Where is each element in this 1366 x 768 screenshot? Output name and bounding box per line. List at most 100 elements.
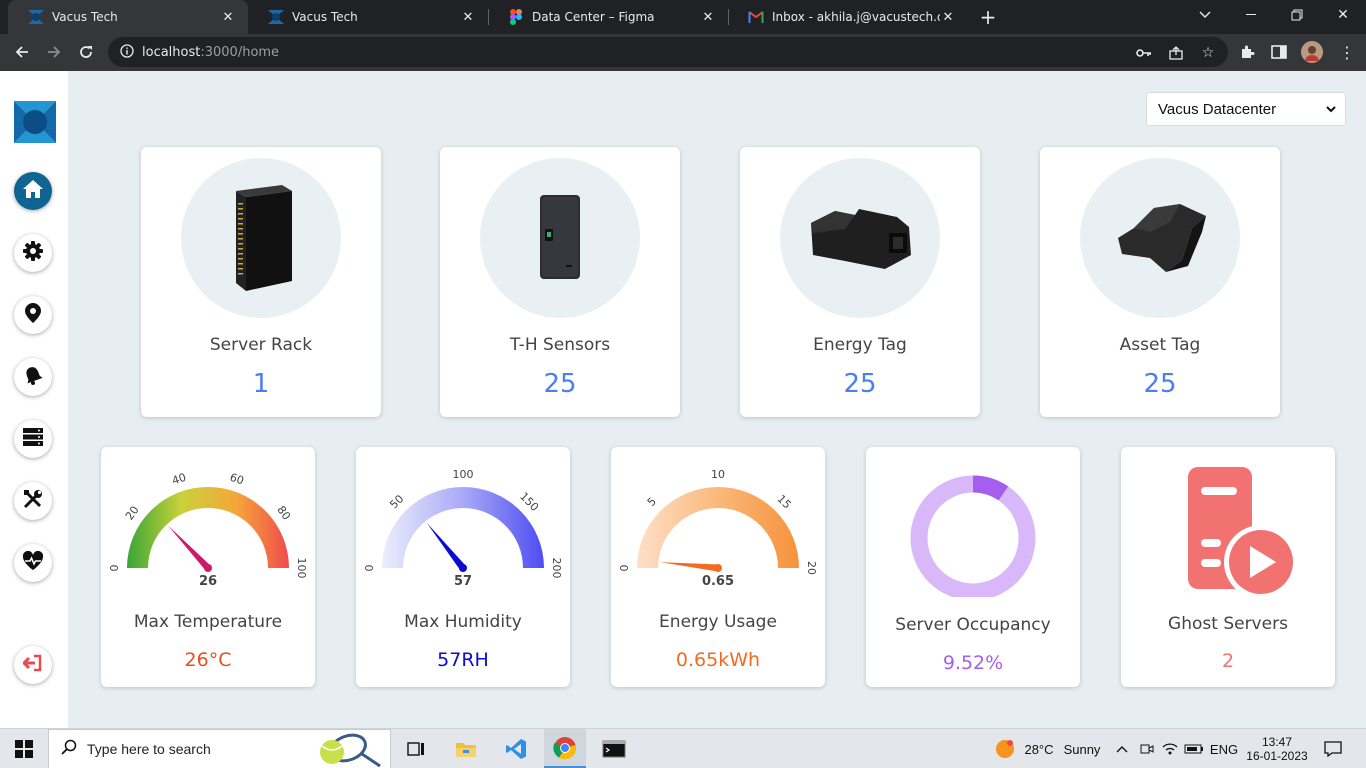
home-icon (22, 179, 44, 203)
card-label: Max Temperature (133, 612, 283, 632)
sidebar-item-alerts[interactable] (14, 358, 52, 396)
app-sidebar (0, 71, 68, 728)
battery-icon[interactable] (1183, 729, 1205, 768)
browser-toolbar: localhost:3000/home ☆ ⋮ (0, 34, 1366, 71)
close-tab-icon[interactable]: ✕ (220, 9, 236, 25)
th-sensor-image-circle (480, 158, 640, 318)
tab-search-icon[interactable] (1182, 0, 1228, 30)
card-value: 57RH (437, 649, 489, 671)
sidebar-item-location[interactable] (14, 296, 52, 334)
browser-tab-2[interactable]: Vacus Tech ✕ (248, 0, 488, 34)
close-tab-icon[interactable]: ✕ (460, 9, 476, 25)
bookmark-star-icon[interactable]: ☆ (1196, 41, 1220, 65)
sidebar-item-home[interactable] (14, 172, 52, 210)
more-menu-icon[interactable]: ⋮ (1333, 38, 1361, 66)
weather-description: Sunny (1063, 741, 1101, 757)
taskbar-search[interactable]: Type here to search (48, 729, 391, 768)
minimize-button[interactable] (1228, 0, 1274, 30)
card-count: 25 (843, 369, 877, 399)
server-occupancy-card[interactable]: Server Occupancy 9.52% (866, 447, 1080, 687)
asset-tag-image (1118, 204, 1206, 272)
gauge-tick-label: 80 (274, 504, 293, 523)
gauge-needle (660, 562, 719, 572)
address-bar[interactable]: localhost:3000/home ☆ (108, 37, 1228, 67)
humidity-gauge: 0 50 100 150 200 57 (363, 468, 563, 589)
tab-title: Vacus Tech (292, 10, 358, 24)
gauge-needle (168, 525, 211, 571)
datacenter-select[interactable]: Vacus Datacenter (1146, 92, 1346, 126)
side-panel-icon[interactable] (1265, 38, 1293, 66)
vscode-button[interactable] (496, 729, 536, 768)
gauge-arc (127, 487, 289, 568)
gauge-tick-label: 100 (453, 468, 474, 481)
tools-icon (23, 489, 43, 513)
terminal-button[interactable] (594, 729, 634, 768)
gauge-tick-label: 100 (295, 558, 308, 579)
profile-avatar[interactable] (1298, 38, 1326, 66)
share-icon[interactable] (1164, 41, 1188, 65)
card-value: 2 (1221, 650, 1235, 672)
close-tab-icon[interactable]: ✕ (700, 9, 716, 25)
sidebar-item-servers[interactable] (14, 420, 52, 458)
logout-icon (21, 654, 43, 676)
sidebar-item-health[interactable] (14, 544, 52, 582)
energy-tag-card[interactable]: Energy Tag 25 (740, 147, 980, 417)
forward-button[interactable] (40, 38, 68, 66)
search-icon (61, 739, 77, 759)
gauge-tick-label: 200 (550, 558, 563, 579)
gauge-tick-label: 150 (517, 490, 541, 514)
start-button[interactable] (0, 729, 48, 768)
gear-icon (23, 241, 43, 265)
tab-title: Data Center – Figma (532, 10, 655, 24)
chevron-up-icon[interactable] (1113, 729, 1131, 768)
asset-tag-card[interactable]: Asset Tag 25 (1040, 147, 1280, 417)
gauge-needle (426, 522, 466, 571)
extensions-icon[interactable] (1233, 38, 1261, 66)
ghost-servers-card[interactable]: Ghost Servers 2 (1121, 447, 1335, 687)
th-sensor-card[interactable]: T-H Sensors 25 (440, 147, 680, 417)
location-pin-icon (25, 303, 41, 327)
energy-tag-image (811, 209, 911, 269)
sidebar-item-settings[interactable] (14, 234, 52, 272)
info-icon[interactable] (120, 43, 134, 62)
browser-tab-1[interactable]: Vacus Tech ✕ (8, 0, 248, 34)
clock[interactable]: 13:47 16-01-2023 (1242, 729, 1312, 768)
max-temperature-card[interactable]: 0 20 40 60 80 100 26 Max Temperature 26°C (101, 447, 315, 687)
weather-icon[interactable] (992, 729, 1018, 768)
card-label: Server Rack (209, 335, 313, 355)
max-humidity-card[interactable]: 0 50 100 150 200 57 Max Humidity 57RH (356, 447, 570, 687)
tennis-racket-icon (318, 732, 382, 768)
th-sensor-image (540, 195, 580, 279)
close-tab-icon[interactable]: ✕ (940, 9, 956, 25)
sidebar-item-tools[interactable] (14, 482, 52, 520)
occupancy-donut (910, 475, 1036, 597)
gauge-tick-label: 15 (775, 492, 794, 511)
gauge-tick-label: 40 (170, 471, 187, 488)
reload-button[interactable] (72, 38, 100, 66)
browser-tab-4[interactable]: Inbox - akhila.j@vacustech.com - ✕ (728, 0, 968, 34)
chrome-button[interactable] (544, 729, 586, 768)
tab-title: Vacus Tech (52, 10, 118, 24)
task-view-icon (407, 742, 424, 756)
card-label: Energy Usage (659, 612, 777, 632)
card-count: 25 (543, 369, 577, 399)
language-indicator[interactable]: ENG (1208, 729, 1240, 768)
energy-usage-card[interactable]: 0 5 10 15 20 0.65 Energy Usage 0.65kWh (611, 447, 825, 687)
sidebar-item-logout[interactable] (14, 646, 52, 684)
vacus-logo (14, 101, 56, 147)
meet-now-icon[interactable] (1137, 729, 1157, 768)
gauge-tick-label: 60 (228, 471, 245, 488)
notifications-icon[interactable] (1318, 729, 1348, 768)
card-label: Asset Tag (1119, 335, 1201, 355)
key-icon[interactable] (1132, 41, 1156, 65)
restore-button[interactable] (1274, 0, 1320, 30)
server-rack-card[interactable]: Server Rack 1 (141, 147, 381, 417)
back-button[interactable] (8, 38, 36, 66)
occupancy-track (910, 475, 1036, 597)
task-view-button[interactable] (400, 729, 432, 768)
wifi-icon[interactable] (1160, 729, 1180, 768)
close-window-button[interactable]: ✕ (1320, 0, 1366, 30)
browser-tab-3[interactable]: Data Center – Figma ✕ (488, 0, 728, 34)
new-tab-button[interactable]: + (976, 5, 1000, 29)
file-explorer-button[interactable] (446, 729, 486, 768)
